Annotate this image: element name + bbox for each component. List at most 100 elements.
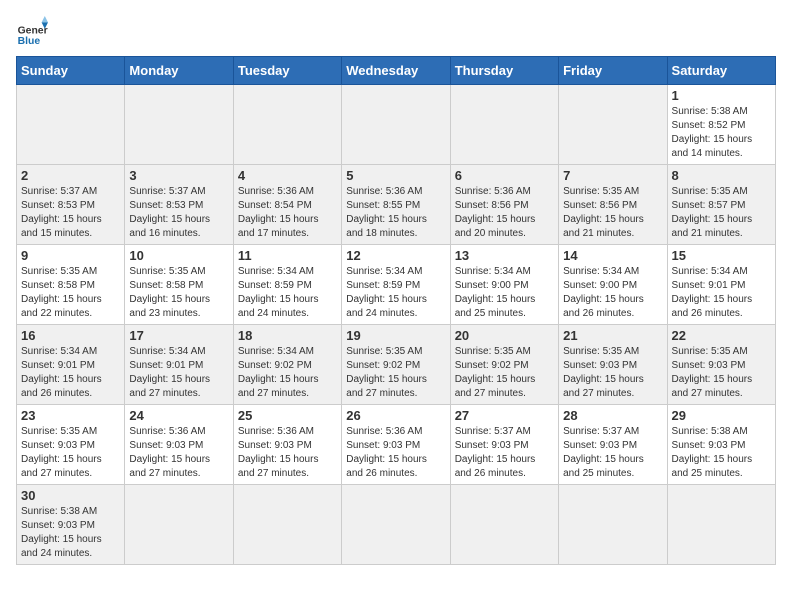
day-info: Sunrise: 5:38 AM Sunset: 9:03 PM Dayligh… [672, 425, 771, 481]
day-info: Sunrise: 5:36 AM Sunset: 9:03 PM Dayligh… [238, 425, 337, 481]
day-number: 26 [346, 408, 445, 423]
calendar-cell: 26Sunrise: 5:36 AM Sunset: 9:03 PM Dayli… [342, 405, 450, 485]
header: General Blue [16, 16, 776, 48]
calendar-cell [125, 485, 233, 565]
day-info: Sunrise: 5:34 AM Sunset: 8:59 PM Dayligh… [238, 265, 337, 321]
day-number: 29 [672, 408, 771, 423]
day-info: Sunrise: 5:35 AM Sunset: 8:58 PM Dayligh… [129, 265, 228, 321]
day-info: Sunrise: 5:34 AM Sunset: 9:01 PM Dayligh… [672, 265, 771, 321]
svg-text:General: General [18, 26, 48, 37]
calendar-cell: 6 Sunrise: 5:36 AM Sunset: 8:56 PM Daylig… [450, 165, 558, 245]
day-info: Sunrise: 5:34 AM Sunset: 9:01 PM Dayligh… [21, 345, 120, 401]
calendar-cell [17, 85, 125, 165]
day-info: Sunrise: 5:36 AM Sunset: 8:55 PM Dayligh… [346, 185, 445, 241]
calendar-cell [450, 485, 558, 565]
day-info: Sunrise: 5:35 AM Sunset: 9:02 PM Dayligh… [346, 345, 445, 401]
day-info: Sunrise: 5:37 AM Sunset: 9:03 PM Dayligh… [455, 425, 554, 481]
calendar-cell: 1 Sunrise: 5:38 AM Sunset: 8:52 PM Daylig… [667, 85, 775, 165]
weekday-header-saturday: Saturday [667, 57, 775, 85]
day-info: Sunrise: 5:34 AM Sunset: 9:00 PM Dayligh… [455, 265, 554, 321]
day-number: 19 [346, 328, 445, 343]
day-info: Sunrise: 5:34 AM Sunset: 9:02 PM Dayligh… [238, 345, 337, 401]
calendar-cell: 28 Sunrise: 5:37 AM Sunset: 9:03 PM Dayli… [559, 405, 667, 485]
weekday-header-monday: Monday [125, 57, 233, 85]
calendar-cell: 5 Sunrise: 5:36 AM Sunset: 8:55 PM Daylig… [342, 165, 450, 245]
day-info: Sunrise: 5:35 AM Sunset: 8:57 PM Dayligh… [672, 185, 771, 241]
calendar-cell [233, 485, 341, 565]
day-number: 5 [346, 168, 445, 183]
day-number: 18 [238, 328, 337, 343]
day-number: 16 [21, 328, 120, 343]
logo-icon: General Blue [16, 16, 48, 48]
day-number: 11 [238, 248, 337, 263]
calendar-cell: 11 Sunrise: 5:34 AM Sunset: 8:59 PM Dayli… [233, 245, 341, 325]
calendar-cell [559, 485, 667, 565]
day-info: Sunrise: 5:34 AM Sunset: 8:59 PM Dayligh… [346, 265, 445, 321]
weekday-header-sunday: Sunday [17, 57, 125, 85]
calendar-cell: 7 Sunrise: 5:35 AM Sunset: 8:56 PM Daylig… [559, 165, 667, 245]
day-info: Sunrise: 5:35 AM Sunset: 9:03 PM Dayligh… [672, 345, 771, 401]
calendar-week-row: 30 Sunrise: 5:38 AM Sunset: 9:03 PM Dayli… [17, 485, 776, 565]
day-number: 27 [455, 408, 554, 423]
calendar-cell: 23 Sunrise: 5:35 AM Sunset: 9:03 PM Dayli… [17, 405, 125, 485]
day-number: 3 [129, 168, 228, 183]
logo: General Blue [16, 16, 52, 48]
calendar-cell: 25Sunrise: 5:36 AM Sunset: 9:03 PM Dayli… [233, 405, 341, 485]
weekday-header-wednesday: Wednesday [342, 57, 450, 85]
day-number: 15 [672, 248, 771, 263]
day-number: 1 [672, 88, 771, 103]
calendar-cell: 3 Sunrise: 5:37 AM Sunset: 8:53 PM Daylig… [125, 165, 233, 245]
calendar-week-row: 1 Sunrise: 5:38 AM Sunset: 8:52 PM Daylig… [17, 85, 776, 165]
day-number: 7 [563, 168, 662, 183]
calendar-cell: 30 Sunrise: 5:38 AM Sunset: 9:03 PM Dayli… [17, 485, 125, 565]
day-number: 9 [21, 248, 120, 263]
day-info: Sunrise: 5:38 AM Sunset: 8:52 PM Dayligh… [672, 105, 771, 161]
calendar-cell: 27 Sunrise: 5:37 AM Sunset: 9:03 PM Dayli… [450, 405, 558, 485]
day-number: 28 [563, 408, 662, 423]
day-info: Sunrise: 5:36 AM Sunset: 8:54 PM Dayligh… [238, 185, 337, 241]
day-info: Sunrise: 5:35 AM Sunset: 8:56 PM Dayligh… [563, 185, 662, 241]
svg-text:Blue: Blue [18, 36, 41, 47]
day-info: Sunrise: 5:38 AM Sunset: 9:03 PM Dayligh… [21, 505, 120, 561]
weekday-header-thursday: Thursday [450, 57, 558, 85]
day-number: 21 [563, 328, 662, 343]
day-info: Sunrise: 5:35 AM Sunset: 8:58 PM Dayligh… [21, 265, 120, 321]
day-number: 12 [346, 248, 445, 263]
calendar-cell: 8Sunrise: 5:35 AM Sunset: 8:57 PM Daylig… [667, 165, 775, 245]
calendar-cell: 13Sunrise: 5:34 AM Sunset: 9:00 PM Dayli… [450, 245, 558, 325]
calendar-cell: 18 Sunrise: 5:34 AM Sunset: 9:02 PM Dayli… [233, 325, 341, 405]
day-number: 17 [129, 328, 228, 343]
calendar-cell: 2 Sunrise: 5:37 AM Sunset: 8:53 PM Daylig… [17, 165, 125, 245]
calendar-cell: 19 Sunrise: 5:35 AM Sunset: 9:02 PM Dayli… [342, 325, 450, 405]
calendar-cell: 12 Sunrise: 5:34 AM Sunset: 8:59 PM Dayli… [342, 245, 450, 325]
calendar-cell: 20Sunrise: 5:35 AM Sunset: 9:02 PM Dayli… [450, 325, 558, 405]
day-info: Sunrise: 5:37 AM Sunset: 9:03 PM Dayligh… [563, 425, 662, 481]
calendar-cell: 24 Sunrise: 5:36 AM Sunset: 9:03 PM Dayli… [125, 405, 233, 485]
calendar-week-row: 2 Sunrise: 5:37 AM Sunset: 8:53 PM Daylig… [17, 165, 776, 245]
day-number: 2 [21, 168, 120, 183]
day-info: Sunrise: 5:37 AM Sunset: 8:53 PM Dayligh… [129, 185, 228, 241]
calendar-week-row: 9 Sunrise: 5:35 AM Sunset: 8:58 PM Daylig… [17, 245, 776, 325]
calendar-cell: 4Sunrise: 5:36 AM Sunset: 8:54 PM Daylig… [233, 165, 341, 245]
calendar-cell: 10 Sunrise: 5:35 AM Sunset: 8:58 PM Dayli… [125, 245, 233, 325]
day-info: Sunrise: 5:35 AM Sunset: 9:03 PM Dayligh… [21, 425, 120, 481]
day-info: Sunrise: 5:36 AM Sunset: 9:03 PM Dayligh… [129, 425, 228, 481]
calendar: SundayMondayTuesdayWednesdayThursdayFrid… [16, 56, 776, 565]
calendar-cell: 22Sunrise: 5:35 AM Sunset: 9:03 PM Dayli… [667, 325, 775, 405]
calendar-week-row: 16 Sunrise: 5:34 AM Sunset: 9:01 PM Dayli… [17, 325, 776, 405]
day-number: 14 [563, 248, 662, 263]
day-info: Sunrise: 5:36 AM Sunset: 8:56 PM Dayligh… [455, 185, 554, 241]
day-number: 30 [21, 488, 120, 503]
calendar-cell [342, 85, 450, 165]
day-number: 10 [129, 248, 228, 263]
weekday-header-tuesday: Tuesday [233, 57, 341, 85]
day-info: Sunrise: 5:37 AM Sunset: 8:53 PM Dayligh… [21, 185, 120, 241]
day-info: Sunrise: 5:35 AM Sunset: 9:03 PM Dayligh… [563, 345, 662, 401]
calendar-cell [667, 485, 775, 565]
calendar-cell: 17Sunrise: 5:34 AM Sunset: 9:01 PM Dayli… [125, 325, 233, 405]
day-number: 6 [455, 168, 554, 183]
calendar-cell: 14Sunrise: 5:34 AM Sunset: 9:00 PM Dayli… [559, 245, 667, 325]
day-number: 23 [21, 408, 120, 423]
calendar-cell: 29 Sunrise: 5:38 AM Sunset: 9:03 PM Dayli… [667, 405, 775, 485]
day-number: 24 [129, 408, 228, 423]
